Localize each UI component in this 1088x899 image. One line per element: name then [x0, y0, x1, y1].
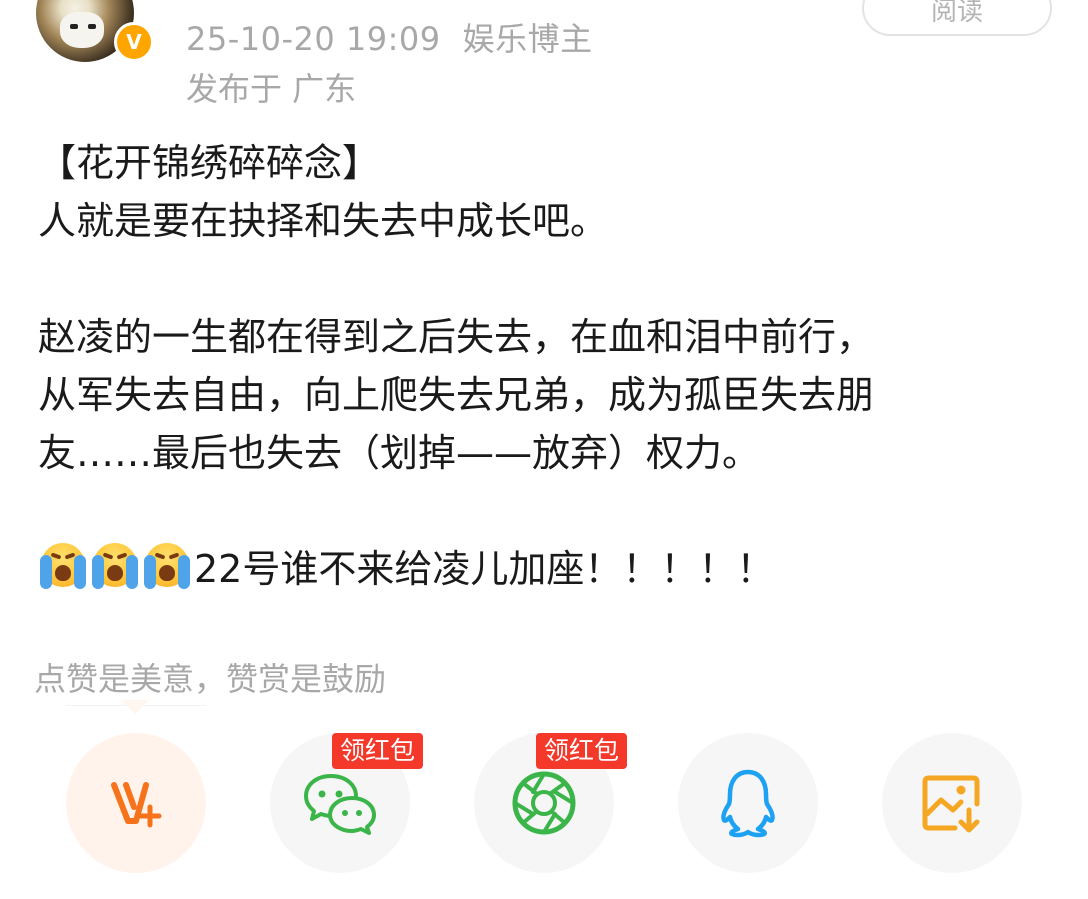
post-line: 人就是要在抉择和失去中成长吧。 — [38, 199, 609, 243]
crying-face-emoji — [38, 541, 88, 591]
qq-icon — [721, 769, 775, 838]
reward-prompt: 点赞是美意，赞赏是鼓励 — [34, 660, 387, 698]
v-plus-icon — [111, 782, 162, 828]
v-plus-button[interactable] — [66, 733, 206, 873]
moments-icon — [512, 771, 576, 835]
post-line: 友……最后也失去（划掉——放弃）权力。 — [38, 431, 761, 475]
crying-face-emoji — [90, 541, 140, 591]
post-timestamp: 25-10-20 19:09 — [186, 20, 441, 58]
post-line: 赵凌的一生都在得到之后失去，在血和泪中前行， — [38, 315, 875, 359]
post-title: 【花开锦绣碎碎念】 — [38, 141, 381, 185]
wechat-icon — [304, 774, 376, 835]
crying-face-emoji — [142, 541, 192, 591]
qq-share-button[interactable] — [678, 733, 818, 873]
post-content: 【花开锦绣碎碎念】 人就是要在抉择和失去中成长吧。 赵凌的一生都在得到之后失去，… — [38, 134, 1048, 598]
post-line: 从军失去自由，向上爬失去兄弟，成为孤臣失去朋 — [38, 373, 875, 417]
save-image-icon — [922, 775, 980, 833]
red-packet-tag: 领红包 — [536, 733, 628, 769]
author-role: 娱乐博主 — [462, 20, 593, 58]
pointer-arrow — [121, 700, 149, 714]
verified-badge-icon: V — [114, 22, 154, 62]
red-packet-tag: 领红包 — [332, 733, 424, 769]
post-line-text: 22号谁不来给凌儿加座！！！！！ — [194, 547, 775, 591]
post-page: V 25-10-20 19:09 娱乐博主 发布于 广东 阅读 【花开锦绣碎碎念】… — [0, 0, 1088, 899]
post-line-emoji: 22号谁不来给凌儿加座！！！！！ — [38, 540, 1048, 598]
avatar[interactable]: V — [36, 0, 156, 62]
post-meta: 25-10-20 19:09 娱乐博主 — [186, 14, 593, 60]
save-image-button[interactable] — [882, 733, 1022, 873]
read-button[interactable]: 阅读 — [862, 0, 1052, 36]
post-location: 发布于 广东 — [186, 70, 357, 108]
